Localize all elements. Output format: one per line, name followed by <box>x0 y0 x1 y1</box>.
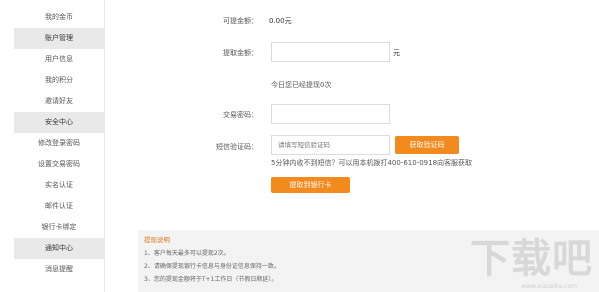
withdraw-amount-label: 提取金额： <box>223 49 258 57</box>
sms-code-label: 短信验证码： <box>216 143 258 151</box>
sms-code-input[interactable] <box>271 135 390 155</box>
sidebar-item[interactable]: 消息提醒 <box>14 259 104 280</box>
get-sms-code-button[interactable]: 获取验证码 <box>395 136 459 154</box>
watermark-url: www.xiazaiba.com <box>521 283 577 290</box>
sidebar-item[interactable]: 修改登录密码 <box>14 133 104 154</box>
note-line: 3、您的提现金额将于T+1工作日（节假日顺延）。 <box>144 276 278 283</box>
available-amount-label: 可提金额： <box>223 17 258 25</box>
withdraw-amount-input[interactable] <box>271 42 390 62</box>
available-amount-value: 0.00元 <box>269 17 292 25</box>
withdraw-notes-panel: 提现说明 1、客户每天最多可以提现2次。 2、请确保提现银行卡信息与身份证信息保… <box>138 230 599 292</box>
withdraw-to-bank-button[interactable]: 提取到银行卡 <box>271 177 350 193</box>
sidebar-item[interactable]: 邀请好友 <box>14 91 104 112</box>
sidebar-item[interactable]: 银行卡绑定 <box>14 217 104 238</box>
sms-help-text: 5分钟内收不到短信？可以用本机拨打400-610-0918向客服获取 <box>271 159 473 167</box>
note-line: 2、请确保提现银行卡信息与身份证信息保持一致。 <box>144 263 280 270</box>
sidebar: 我的金币 账户管理 用户信息 我的积分 邀请好友 安全中心 修改登录密码 设置交易密码 实名认证… <box>0 0 105 292</box>
note-line: 1、客户每天最多可以提现2次。 <box>144 250 230 257</box>
sidebar-item[interactable]: 我的积分 <box>14 70 104 91</box>
sidebar-section-header: 安全中心 <box>14 112 104 133</box>
trade-password-input[interactable] <box>271 104 390 124</box>
sidebar-item[interactable]: 实名认证 <box>14 175 104 196</box>
trade-password-label: 交易密码： <box>223 111 258 119</box>
sidebar-item[interactable]: 用户信息 <box>14 49 104 70</box>
watermark-logo: 下载吧 <box>470 235 593 282</box>
today-withdraw-info: 今日您已经提现0次 <box>271 81 332 89</box>
notes-title: 提现说明 <box>144 236 170 244</box>
sidebar-item[interactable]: 邮件认证 <box>14 196 104 217</box>
withdraw-unit: 元 <box>393 49 400 57</box>
sidebar-item[interactable]: 我的金币 <box>14 7 104 28</box>
sidebar-section-header: 账户管理 <box>14 28 104 49</box>
sidebar-section-header: 通知中心 <box>14 238 104 259</box>
sidebar-item[interactable]: 设置交易密码 <box>14 154 104 175</box>
